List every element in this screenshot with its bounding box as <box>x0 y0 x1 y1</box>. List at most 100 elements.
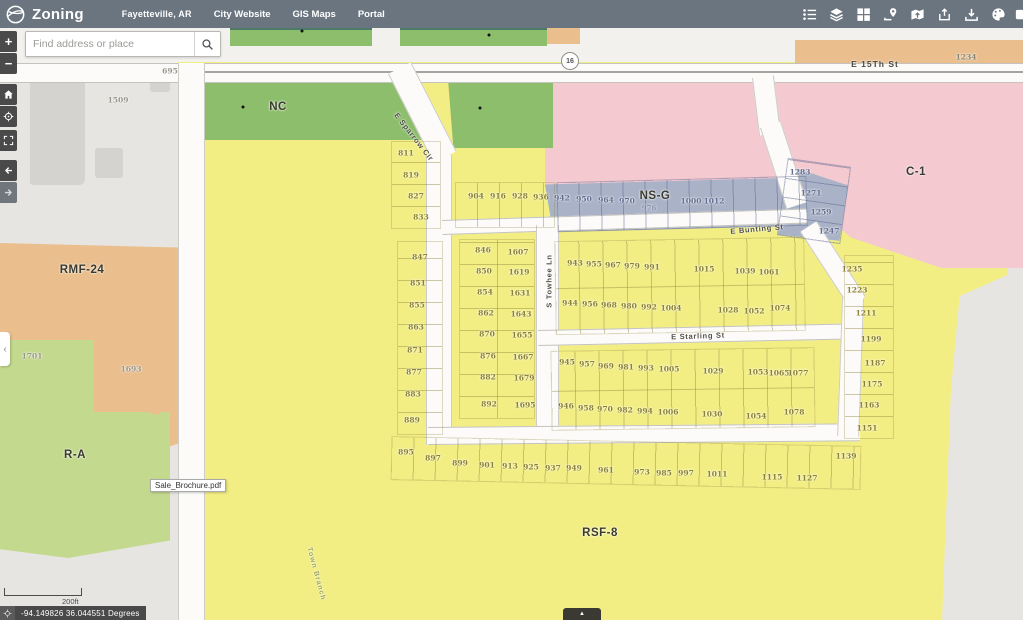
share-icon <box>937 7 952 22</box>
parcel-label: 892 <box>481 400 497 409</box>
map-annotation-link[interactable]: Sale_Brochure.pdf <box>150 479 226 492</box>
parcel-label: 981 <box>618 363 634 372</box>
parcel-label: 1115 <box>762 473 783 482</box>
legend-button[interactable] <box>796 0 823 28</box>
parcel-label: 1607 <box>508 248 529 257</box>
parcel-label: 1643 <box>511 310 532 319</box>
parcel-label: 928 <box>512 192 528 201</box>
zone-label: C-1 <box>906 166 926 178</box>
parcel-label: 1029 <box>703 367 724 376</box>
parcel-label: 1211 <box>856 309 877 318</box>
parcel-label: 1015 <box>694 265 715 274</box>
parcel-label: 1619 <box>509 268 530 277</box>
back-button[interactable] <box>0 160 17 181</box>
parcel-label: 904 <box>468 192 484 201</box>
download-icon <box>964 7 979 22</box>
parcel-label: 1199 <box>861 335 882 344</box>
attribution-expand-button[interactable]: ▲ <box>563 608 601 620</box>
print-button[interactable] <box>904 0 931 28</box>
parcel-label: 1061 <box>759 268 780 277</box>
extent-button[interactable] <box>0 130 17 151</box>
point-marker <box>242 106 245 109</box>
parcel-label: 833 <box>413 213 429 222</box>
zone-label: RSF-8 <box>582 527 618 539</box>
scale-bar <box>4 588 82 596</box>
parcel-label: 997 <box>678 469 694 478</box>
parcel-label: 970 <box>597 405 613 414</box>
parcel-label: 1052 <box>744 307 765 316</box>
parcel-label: 877 <box>406 368 422 377</box>
parcel-label: 1039 <box>735 267 756 276</box>
highway-16-shield: 16 <box>561 52 579 70</box>
parcel-label: 1006 <box>658 408 679 417</box>
overflow-button[interactable] <box>1012 0 1023 28</box>
layers-button[interactable] <box>823 0 850 28</box>
locate-button[interactable] <box>0 106 17 127</box>
map-canvas[interactable]: 6951509123417011693811819827833904916928… <box>0 0 1023 620</box>
zoning-app: 6951509123417011693811819827833904916928… <box>0 0 1023 620</box>
parcel-label: 958 <box>578 404 594 413</box>
search-icon <box>201 38 214 51</box>
parcel-label: 901 <box>479 461 495 470</box>
forward-button[interactable] <box>0 182 17 203</box>
parcel-label: 945 <box>559 358 575 367</box>
street-label: S Towhee Ln <box>545 254 554 307</box>
parcel-label: 1065 <box>769 369 790 378</box>
parcel-label: 1012 <box>704 197 725 206</box>
parcel-label: 968 <box>601 301 617 310</box>
draw-button[interactable] <box>985 0 1012 28</box>
parcel-label: 855 <box>409 301 425 310</box>
home-button[interactable] <box>0 84 17 105</box>
parcel-label: 944 <box>562 299 578 308</box>
parcel-label: 956 <box>582 300 598 309</box>
parcel-label: 1234 <box>956 53 977 62</box>
parcel-label: 1693 <box>121 365 142 374</box>
parcel-label: 1127 <box>797 474 818 483</box>
city-subtitle: Fayetteville, AR <box>122 9 192 19</box>
parcel-label: 1074 <box>770 304 791 313</box>
parcel-label: 827 <box>408 192 424 201</box>
parcel-label: 976 <box>642 204 657 213</box>
parcel-label: 957 <box>579 360 595 369</box>
street-label: E Bunting St <box>730 222 784 236</box>
zone-label: NC <box>269 101 287 113</box>
parcel-label: 1011 <box>707 470 728 479</box>
parcel-label: 1701 <box>22 352 43 361</box>
parcel-label: 961 <box>598 466 614 475</box>
nav-city-website[interactable]: City Website <box>214 9 271 20</box>
app-logo-icon <box>6 5 25 24</box>
parcel-label: 1004 <box>661 304 682 313</box>
parcel-label: 882 <box>480 373 496 382</box>
coordinate-crosshair-icon[interactable] <box>0 606 15 620</box>
parcel-label: 992 <box>641 303 657 312</box>
parcel-label: 993 <box>638 364 654 373</box>
street-label: E 15Th St <box>851 59 899 69</box>
street-label: E Starling St <box>671 331 725 342</box>
parcel-label: 870 <box>479 330 495 339</box>
zoom-out-button[interactable]: − <box>0 53 17 74</box>
share-button[interactable] <box>931 0 958 28</box>
parcel-label: 862 <box>478 309 494 318</box>
parcel-label: 695 <box>162 67 178 76</box>
parcel-label: 1235 <box>842 265 863 274</box>
measure-button[interactable] <box>877 0 904 28</box>
parcel-label: 1005 <box>659 365 680 374</box>
parcel-label: 1679 <box>514 374 535 383</box>
app-header: Zoning Fayetteville, AR City Website GIS… <box>0 0 1023 28</box>
parcel-label: 1028 <box>718 306 739 315</box>
zoom-in-button[interactable]: + <box>0 31 17 52</box>
download-button[interactable] <box>958 0 985 28</box>
nav-portal[interactable]: Portal <box>358 9 385 20</box>
parcel-label: 846 <box>475 246 491 255</box>
search-button[interactable] <box>194 32 220 56</box>
collapse-panel-tab[interactable]: ‹ <box>0 332 10 366</box>
nav-gis-maps[interactable]: GIS Maps <box>293 9 336 20</box>
parcel-label: 1151 <box>857 424 878 433</box>
parcel-label: 955 <box>586 260 602 269</box>
parcel-label: 967 <box>605 261 621 270</box>
search-input[interactable] <box>26 32 194 56</box>
parcel-label: 964 <box>598 196 614 205</box>
parcel-label: 1223 <box>847 286 868 295</box>
basemap-gallery-button[interactable] <box>850 0 877 28</box>
parcel-label: 1259 <box>811 208 832 217</box>
